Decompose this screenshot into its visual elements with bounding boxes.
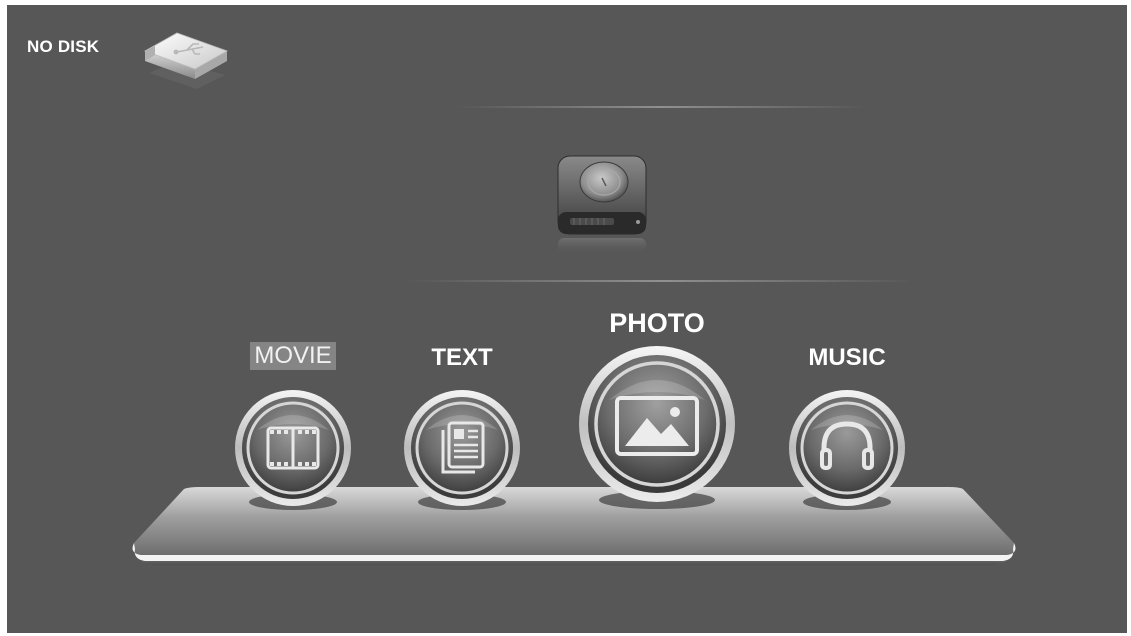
menu-item-text[interactable]: TEXT [400, 342, 524, 517]
film-icon [232, 390, 354, 512]
headphones-icon [786, 390, 908, 512]
document-icon [401, 390, 523, 512]
menu-label-music: MUSIC [808, 344, 886, 371]
menu-label-movie: MOVIE [250, 342, 336, 370]
menu-item-photo[interactable]: PHOTO [575, 308, 739, 518]
hard-drive-icon [544, 148, 654, 258]
menu-item-movie[interactable]: MOVIE [231, 342, 355, 517]
menu-label-photo: PHOTO [609, 308, 705, 338]
disk-status-text: NO DISK [27, 37, 100, 56]
top-divider [457, 106, 867, 108]
bottom-divider [407, 280, 917, 282]
usb-drive-icon [137, 17, 232, 97]
menu-item-music[interactable]: MUSIC [785, 342, 909, 517]
image-icon [575, 346, 739, 512]
media-home-screen: NO DISK MOVIE TEXT PHOTO MUSIC [7, 5, 1127, 633]
menu-label-text: TEXT [431, 344, 493, 371]
